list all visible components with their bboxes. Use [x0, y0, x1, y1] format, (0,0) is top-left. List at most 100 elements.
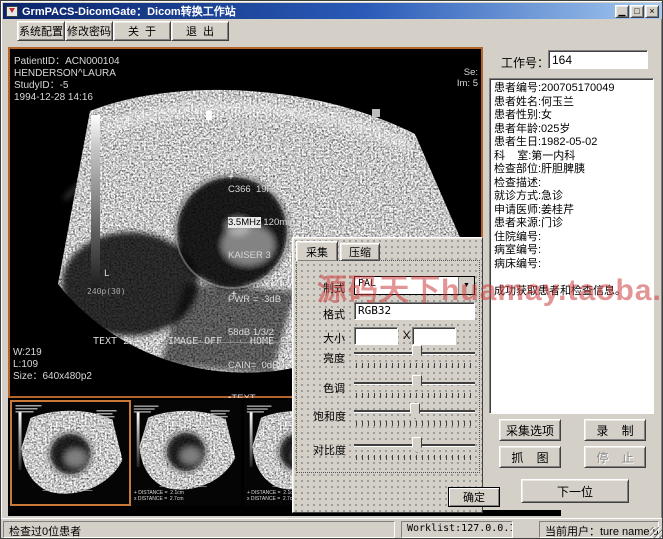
window-title: GrmPACS-DicomGate：Dicom转换工作站 — [22, 3, 236, 19]
thumbnail-1-image — [12, 402, 129, 504]
brightness-ticks — [356, 363, 473, 368]
capture-options-label: 采集选项 — [506, 422, 554, 439]
probe-depth: 120mm — [261, 217, 295, 228]
exit-label: 退 出 — [186, 23, 214, 39]
overlay-study-id: StudyID：-5 — [14, 80, 120, 92]
close-button[interactable]: × — [645, 5, 659, 18]
distance-2: x DISTANCE = 2.7cm — [247, 496, 297, 502]
maximize-icon: □ — [634, 6, 639, 16]
minimize-button[interactable]: ▁ — [615, 5, 629, 18]
thumbnail-2[interactable]: + DISTANCE = 2.1cmx DISTANCE = 2.7cm — [131, 400, 241, 506]
saturation-ticks — [356, 421, 473, 426]
home-set-label: HOME SET — [250, 336, 298, 347]
next-patient-label: 下一位 — [557, 483, 593, 500]
overlay-power: PWR = -3dB — [228, 294, 295, 305]
series-overlay: Se: Im: 5 — [438, 67, 478, 89]
video-standard-label: 制式 — [323, 280, 345, 296]
maximize-button[interactable]: □ — [630, 5, 644, 18]
hue-label: 色调 — [323, 380, 345, 396]
hue-ticks — [356, 393, 473, 398]
window-level-overlay: W:219 L:109 Size：640x480p2 — [13, 347, 92, 383]
divider-bar — [483, 510, 561, 516]
patient-overlay: PatientID：ACN000104 HENDERSON^LAURA Stud… — [14, 56, 120, 104]
dropdown-arrow-icon[interactable]: ▼ — [458, 277, 474, 294]
image-off-label: IMAGE OFF — [168, 336, 222, 347]
tab-capture[interactable]: 采集 — [296, 241, 338, 261]
overlay-patient-name: HENDERSON^LAURA — [14, 68, 120, 80]
format-label: 格式 — [323, 306, 345, 322]
current-user-status: 当前用户：ture name us1 — [539, 521, 659, 538]
thumbnail-3-measurements: + DISTANCE = 2.1cmx DISTANCE = 2.7cm — [247, 490, 297, 502]
saturation-thumb[interactable] — [410, 403, 420, 419]
record-button[interactable]: 录 制 — [584, 419, 646, 441]
status-message: 检查过0位患者 — [3, 521, 395, 538]
size-value: Size：640x480p2 — [13, 371, 92, 383]
size-width-input[interactable] — [354, 327, 398, 345]
overlay-gain: CAIN= 0dB — [228, 360, 295, 371]
exit-button[interactable]: 退 出 — [171, 21, 229, 41]
hue-slider[interactable] — [354, 374, 475, 400]
minimize-icon: ▁ — [619, 6, 626, 16]
worklist-status: Worklist:127.0.0.1/104 — [401, 521, 513, 538]
record-label: 录 制 — [596, 422, 633, 439]
grayscale-bar — [91, 115, 100, 293]
tab-compress[interactable]: 压缩 — [340, 243, 380, 261]
title-bar[interactable]: GrmPACS-DicomGate：Dicom转换工作站 ▁ □ × — [3, 3, 662, 19]
resize-grip-icon[interactable] — [650, 527, 662, 539]
size-height-input[interactable] — [412, 327, 456, 345]
tab-capture-label: 采集 — [306, 244, 328, 260]
contrast-slider[interactable] — [354, 436, 475, 462]
size-separator-label: X — [403, 330, 410, 342]
worklist-number-input[interactable] — [548, 50, 648, 69]
stop-button[interactable]: 停 止 — [584, 446, 646, 468]
stop-label: 停 止 — [596, 449, 633, 466]
format-input[interactable]: RGB32 — [354, 302, 475, 320]
overlay-time: 02:21:12PM — [228, 151, 295, 162]
thumbnail-2-measurements: + DISTANCE = 2.1cmx DISTANCE = 2.7cm — [134, 490, 184, 502]
system-config-label: 系统配置 — [19, 23, 63, 39]
overlay-preset: KAISER 3 — [228, 250, 295, 261]
ok-button[interactable]: 确定 — [448, 487, 500, 507]
level-value: L:109 — [13, 359, 92, 371]
snapshot-button[interactable]: 抓 图 — [499, 446, 561, 468]
patient-info-box[interactable]: 患者编号:200705170049 患者姓名:何玉兰 患者性别:女 患者年龄:0… — [489, 78, 654, 414]
orientation-marker: L — [104, 269, 109, 279]
overlay-probe-freq: 3.5MHz 120mm — [228, 217, 295, 228]
brightness-thumb[interactable] — [412, 345, 422, 361]
brightness-label: 亮度 — [323, 350, 345, 366]
saturation-slider[interactable] — [354, 402, 475, 428]
overlay-probe-model: C366 19HZ — [228, 184, 295, 195]
video-standard-value: PAL — [355, 277, 458, 294]
app-window: GrmPACS-DicomGate：Dicom转换工作站 ▁ □ × 系统配置 … — [0, 0, 663, 539]
text2-label: TEXT 2 — [93, 336, 129, 347]
change-password-button[interactable]: 修改密码 — [65, 21, 113, 41]
window-value: W:219 — [13, 347, 92, 359]
tab-compress-label: 压缩 — [349, 244, 371, 260]
ok-label: 确定 — [463, 489, 485, 505]
next-patient-button[interactable]: 下一位 — [521, 479, 629, 503]
size-label: 大小 — [323, 330, 345, 346]
distance-2: x DISTANCE = 2.7cm — [134, 496, 184, 502]
acquisition-overlay: 28-DEC-94 02:21:12PM C366 19HZ 3.5MHz 12… — [228, 96, 295, 426]
thumbnail-2-image — [131, 400, 241, 502]
saturation-label: 饱和度 — [313, 408, 346, 424]
overlay-date: 28-DEC-94 — [228, 118, 295, 129]
brightness-slider[interactable] — [354, 344, 475, 370]
capture-options-button[interactable]: 采集选项 — [499, 419, 561, 441]
snapshot-label: 抓 图 — [511, 449, 548, 466]
contrast-label: 对比度 — [313, 442, 346, 458]
status-bar: 检查过0位患者 Worklist:127.0.0.1/104 当前用户：ture… — [1, 518, 663, 539]
overlay-patient-id: PatientID：ACN000104 — [14, 56, 120, 68]
frame-rate-label: 240p(30) — [87, 287, 126, 296]
close-icon: × — [649, 6, 654, 16]
video-standard-combo[interactable]: PAL ▼ — [354, 276, 475, 295]
hue-thumb[interactable] — [412, 375, 422, 391]
capture-settings-dialog: 采集 压缩 制式 PAL ▼ 格式 RGB32 大小 X 亮度 色调 饱和度 — [292, 237, 483, 513]
thumbnail-1[interactable] — [10, 400, 131, 506]
about-label: 关 于 — [128, 23, 156, 39]
contrast-thumb[interactable] — [412, 437, 422, 453]
about-button[interactable]: 关 于 — [113, 21, 171, 41]
overlay-study-datetime: 1994-12-28 14:16 — [14, 92, 120, 104]
system-config-button[interactable]: 系统配置 — [17, 21, 65, 41]
app-icon — [6, 6, 18, 17]
